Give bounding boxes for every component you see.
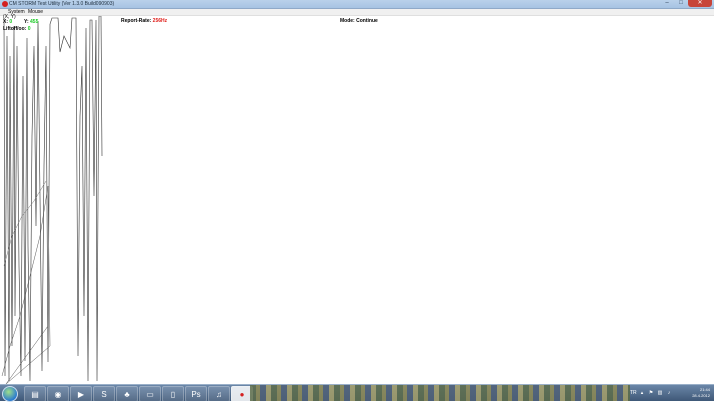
menu-bar: System Mouse bbox=[0, 9, 714, 16]
title-bar: CM STORM Test Utility (Ver 1.3.0 Build09… bbox=[0, 0, 714, 9]
chevron-up-icon[interactable]: ▴ bbox=[639, 390, 645, 396]
x-label: X: bbox=[3, 19, 8, 25]
volume-icon[interactable]: ♪ bbox=[666, 390, 672, 396]
mouse-trace-path bbox=[1, 16, 103, 384]
cmstorm-app-icon[interactable] bbox=[2, 1, 8, 7]
flag-icon[interactable]: ⚑ bbox=[648, 390, 654, 396]
liftoff-readout: Liftoff/oo: 0 bbox=[3, 26, 31, 32]
x-readout: X: 0 bbox=[3, 19, 12, 25]
network-icon[interactable]: ▥ bbox=[657, 390, 663, 396]
liftoff-label: Liftoff/oo: bbox=[3, 26, 27, 32]
close-button[interactable]: ✕ bbox=[688, 0, 712, 7]
mode-readout: Mode: Continue bbox=[340, 18, 378, 24]
clock-date: 28.4.2012 bbox=[692, 393, 710, 398]
maximize-button[interactable]: □ bbox=[674, 0, 688, 7]
window-controls: – □ ✕ bbox=[660, 0, 712, 7]
y-readout: Y: 455 bbox=[24, 19, 38, 25]
report-rate-value: 256Hz bbox=[152, 18, 168, 24]
minimize-button[interactable]: – bbox=[660, 0, 674, 7]
desktop-wallpaper-strip bbox=[250, 385, 630, 401]
liftoff-value: 0 bbox=[27, 26, 31, 32]
mouse-trace-canvas[interactable]: (X, Y) X: 0 Y: 455 Liftoff/oo: 0 Report-… bbox=[0, 14, 714, 384]
mode-value: Continue bbox=[356, 18, 378, 24]
clock[interactable]: 21:44 28.4.2012 bbox=[692, 387, 710, 399]
window-title: CM STORM Test Utility (Ver 1.3.0 Build09… bbox=[9, 1, 115, 7]
taskbar: ▤ ◉ ▶ S ♣ ▭ ▯ Ps ♫ ● TR ▴ ⚑ ▥ ♪ 21:44 28… bbox=[0, 384, 714, 402]
y-value: 455 bbox=[30, 19, 39, 25]
mode-label: Mode: bbox=[340, 18, 355, 24]
report-rate-label: Report-Rate: bbox=[121, 18, 152, 24]
x-value: 0 bbox=[9, 19, 13, 25]
y-label: Y: bbox=[24, 19, 29, 25]
tray-lang[interactable]: TR bbox=[630, 390, 637, 396]
menu-mouse[interactable]: Mouse bbox=[28, 9, 43, 15]
report-rate-readout: Report-Rate: 256Hz bbox=[121, 18, 167, 24]
